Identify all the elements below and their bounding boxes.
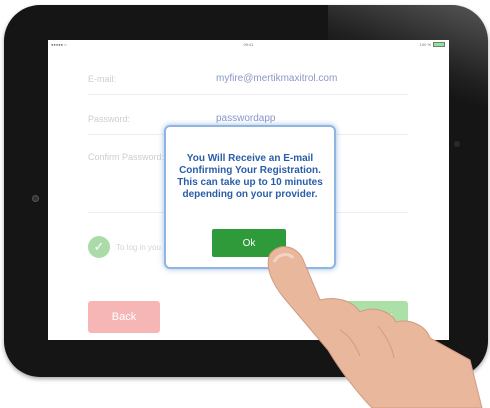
side-sensor	[454, 141, 460, 147]
dialog-message: You Will Receive an E-mail Confirming Yo…	[177, 153, 323, 200]
front-camera	[32, 195, 39, 202]
app-screen: ●●●●● ≈ 09:41 100 % E-mail: myfire@merti…	[48, 40, 449, 340]
ok-button[interactable]: Ok	[212, 229, 286, 257]
confirmation-dialog: You Will Receive an E-mail Confirming Yo…	[164, 125, 336, 269]
